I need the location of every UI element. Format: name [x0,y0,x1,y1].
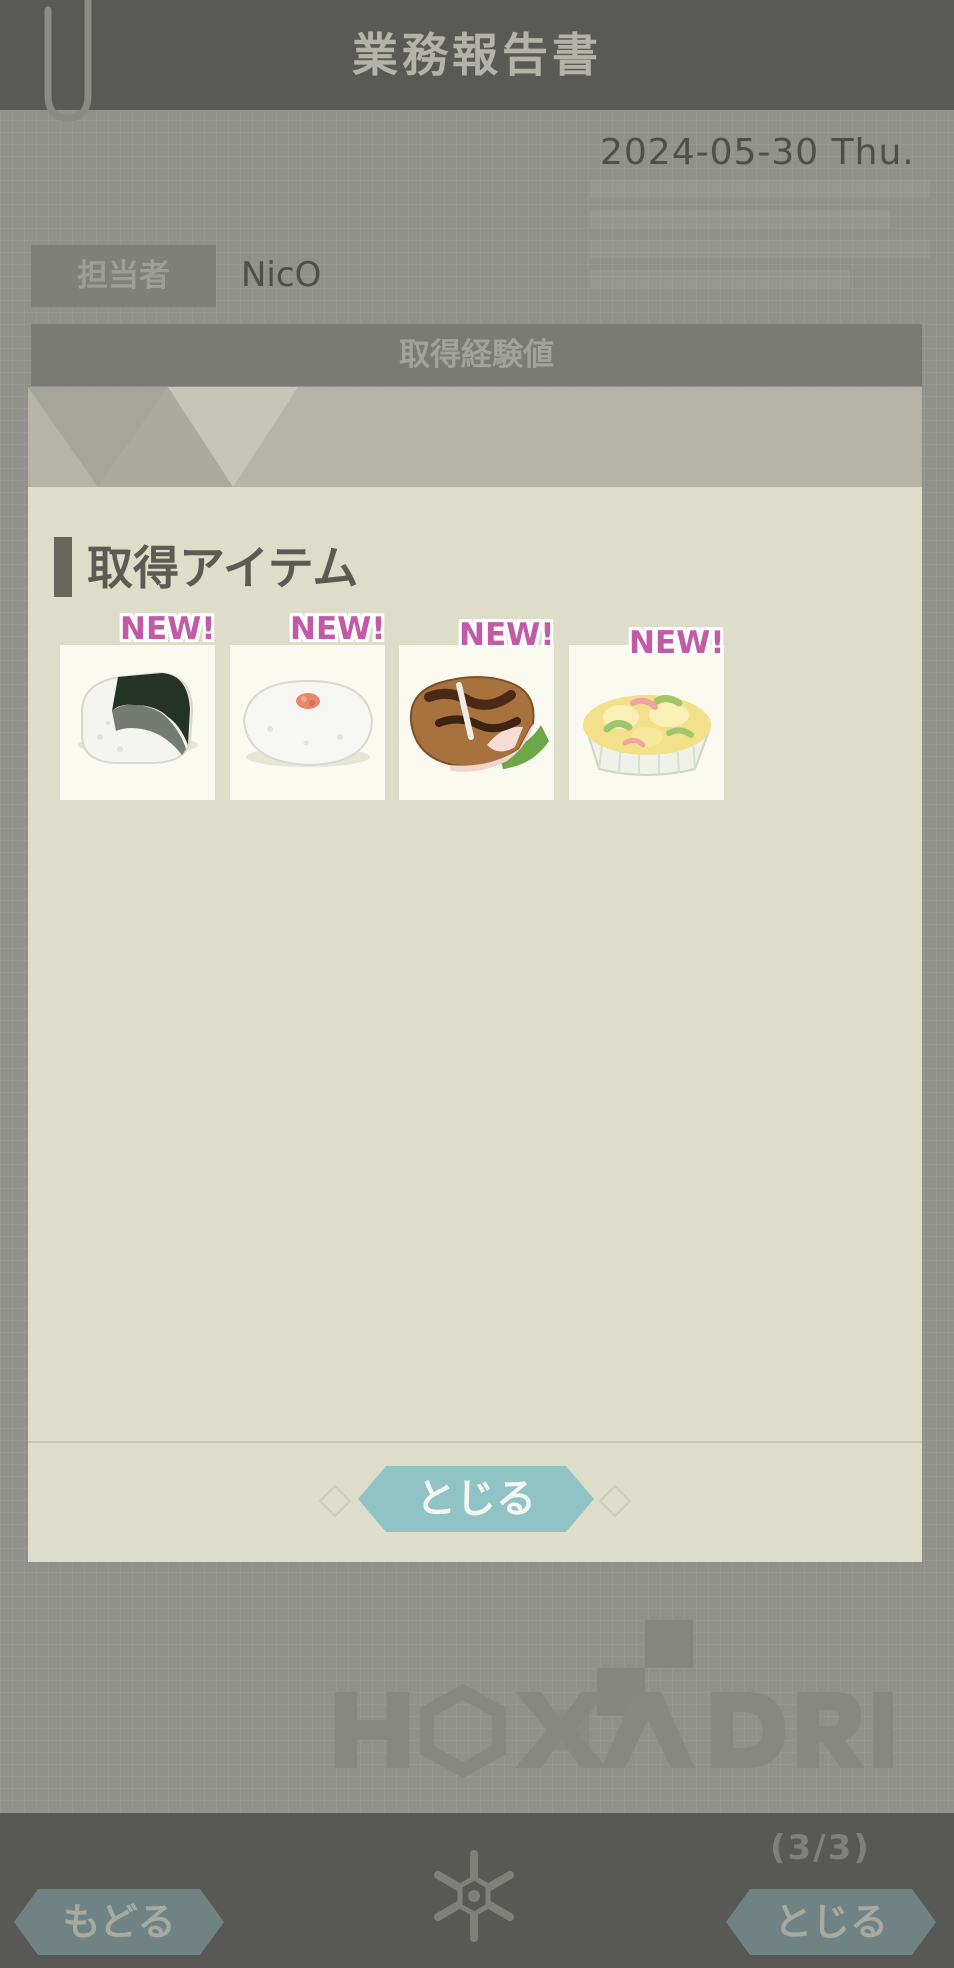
section-marker [54,537,72,597]
tonkatsu-icon [409,676,549,772]
report-date: 2024-05-30 Thu. [600,132,915,173]
potato-salad-icon [583,694,711,776]
new-badge: NEW! [629,625,725,661]
back-button-label[interactable]: もどる [14,1889,224,1955]
nori-onigiri-icon [78,671,198,764]
diamond-right-icon [598,1484,632,1518]
footer-close-button-label[interactable]: とじる [726,1889,936,1955]
items-section-title: 取得アイテム [87,541,359,595]
page-title: 業務報告書 [352,28,602,82]
snowflake-hex-icon[interactable] [432,1848,516,1944]
background-stripe [590,180,930,198]
background-stripe [590,210,890,228]
new-badge: NEW! [290,611,386,647]
panel-decor-band [28,387,922,487]
exp-section-header: 取得経験値 [31,324,922,386]
background-stripe [590,240,930,258]
item-tile-tonkatsu[interactable]: NEW! [399,617,554,800]
triangle-decor [28,387,298,487]
new-badge: NEW! [120,611,216,647]
diamond-left-icon [318,1484,352,1518]
item-tile-salmon-onigiri[interactable]: NEW! [230,611,385,800]
hexa-drive-logo [335,1620,893,1779]
paperclip-icon [44,0,92,122]
salmon-onigiri-icon [242,679,374,767]
assignee-label: 担当者 [31,245,216,307]
page-indicator: (3/3) [770,1828,871,1868]
item-tile-nori-onigiri[interactable]: NEW! [60,611,215,800]
background-stripe [590,270,850,288]
assignee-name: NicO [241,255,322,295]
item-tile-potato-salad[interactable]: NEW! [569,625,724,800]
panel-divider [28,1441,922,1443]
new-badge: NEW! [459,617,555,653]
panel-close-button-label[interactable]: とじる [358,1466,594,1532]
